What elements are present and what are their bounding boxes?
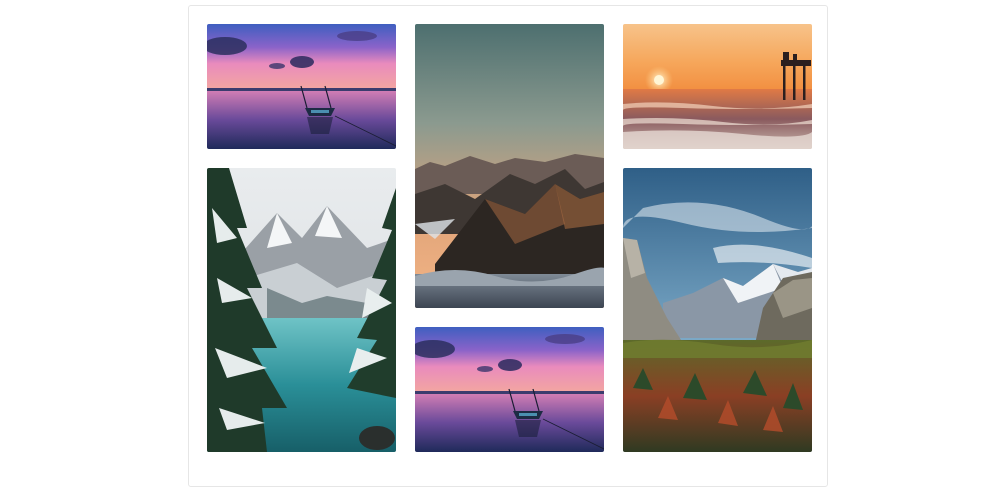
gallery-image-boat-lake-2[interactable] (415, 327, 604, 452)
boat-lake-photo (207, 24, 396, 149)
gallery-image-beach-pier[interactable] (623, 24, 812, 149)
mountain-peaks-photo (415, 24, 604, 308)
gallery-image-snowy-lake[interactable] (207, 168, 396, 452)
gallery-card (188, 5, 828, 487)
yosemite-valley-photo (623, 168, 812, 452)
snowy-lake-photo (207, 168, 396, 452)
gallery-image-yosemite-valley[interactable] (623, 168, 812, 452)
beach-pier-photo (623, 24, 812, 149)
boat-lake-photo-2 (415, 327, 604, 452)
gallery-image-boat-lake[interactable] (207, 24, 396, 149)
gallery-image-mountain-peaks[interactable] (415, 24, 604, 308)
